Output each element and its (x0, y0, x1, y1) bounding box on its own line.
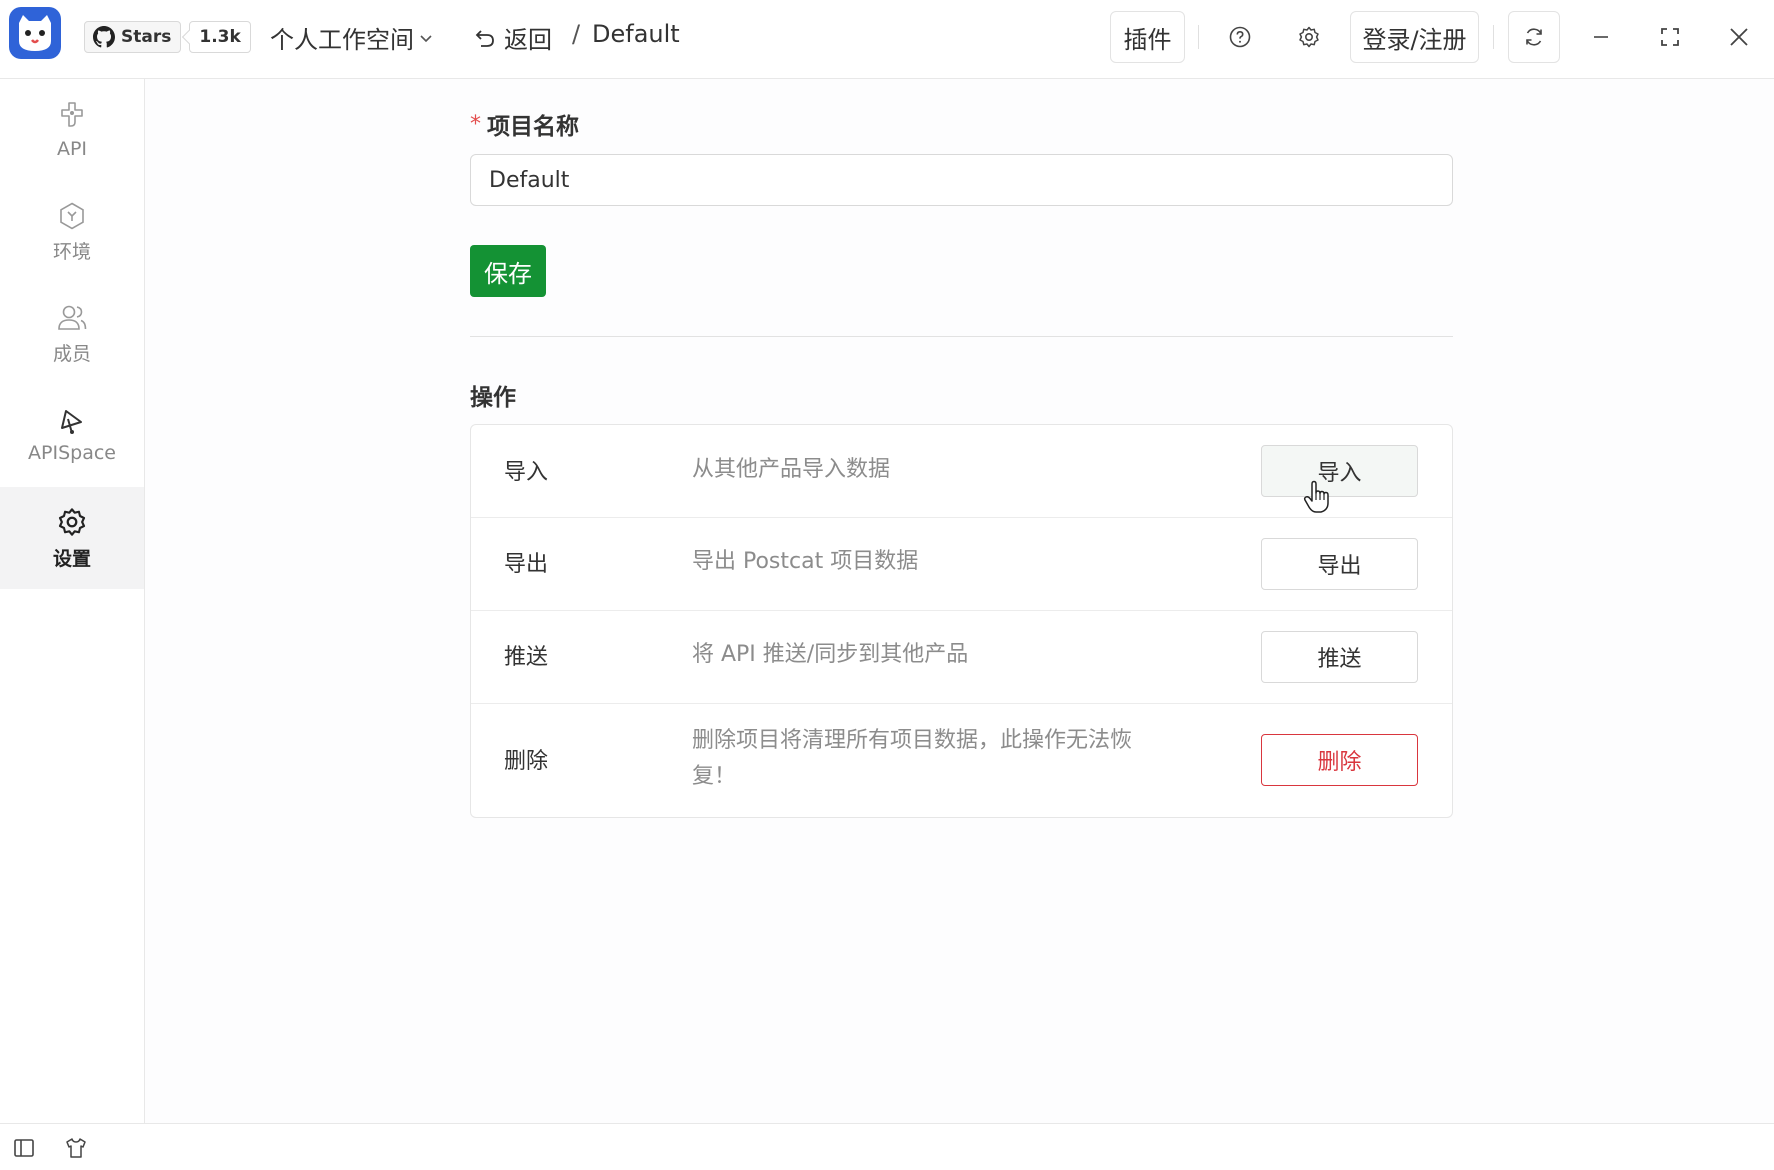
save-button[interactable]: 保存 (470, 245, 546, 297)
api-icon (61, 102, 83, 127)
operation-description: 删除项目将清理所有项目数据，此操作无法恢复！ (692, 728, 1133, 789)
sidebar-item-environment[interactable]: 环境 (0, 181, 144, 283)
apispace-icon (61, 410, 82, 434)
settings-gear-icon[interactable] (1295, 23, 1323, 51)
operation-description: 导出 Postcat 项目数据 (692, 549, 919, 574)
github-stars-button[interactable]: Stars (84, 21, 182, 53)
push-button[interactable]: 推送 (1261, 631, 1418, 683)
bottom-status-bar (0, 1123, 1774, 1170)
import-button[interactable]: 导入 (1261, 445, 1418, 497)
sidebar-item-label: 环境 (52, 240, 91, 263)
sidebar-item-settings[interactable]: 设置 (0, 487, 144, 589)
github-stars-label: Stars (121, 27, 172, 47)
project-name-input[interactable] (470, 154, 1453, 206)
github-icon (93, 26, 115, 48)
operation-name: 推送 (504, 645, 549, 670)
project-name-label-text: 项目名称 (487, 114, 579, 140)
back-link[interactable]: 返回 (474, 20, 552, 55)
sidebar-item-label: API (56, 138, 88, 160)
workspace-selector[interactable]: 个人工作空间 (270, 20, 434, 55)
members-icon (58, 305, 87, 330)
project-name-label: * 项目名称 (470, 107, 579, 141)
sidebar-item-label: 成员 (52, 342, 91, 365)
operation-name: 删除 (504, 749, 549, 774)
minimize-icon[interactable] (1587, 23, 1615, 51)
workspace-label: 个人工作空间 (270, 26, 414, 54)
delete-button[interactable]: 删除 (1261, 734, 1418, 786)
sidebar-item-label: APISpace (28, 442, 116, 464)
close-icon[interactable] (1725, 23, 1753, 51)
section-divider (470, 336, 1453, 337)
header-divider-2 (1493, 25, 1494, 49)
theme-shirt-icon[interactable] (64, 1136, 88, 1160)
plugins-button[interactable]: 插件 (1110, 11, 1185, 63)
postcat-logo[interactable] (9, 7, 61, 59)
github-stars-widget[interactable]: Stars 1.3k (84, 21, 251, 53)
operation-row-push: 推送 将 API 推送/同步到其他产品 推送 (471, 611, 1452, 704)
sidebar-item-members[interactable]: 成员 (0, 283, 144, 385)
hand-cursor-icon (1303, 480, 1329, 513)
refresh-icon (1526, 28, 1542, 46)
export-button[interactable]: 导出 (1261, 538, 1418, 590)
top-header: Stars 1.3k 个人工作空间 返回 / Default 插件 登录/注册 (0, 0, 1774, 79)
header-divider (1198, 25, 1199, 49)
back-label: 返回 (504, 26, 552, 54)
app-window: Stars 1.3k 个人工作空间 返回 / Default 插件 登录/注册 (0, 0, 1774, 1170)
breadcrumb-separator: / (572, 20, 581, 48)
operation-row-delete: 删除 删除项目将清理所有项目数据，此操作无法恢复！ 删除 (471, 704, 1452, 817)
operation-row-export: 导出 导出 Postcat 项目数据 导出 (471, 518, 1452, 611)
operation-description: 将 API 推送/同步到其他产品 (692, 642, 969, 667)
operations-title: 操作 (470, 385, 516, 411)
chevron-down-icon (420, 34, 432, 42)
operation-name: 导出 (504, 552, 549, 577)
github-stars-count[interactable]: 1.3k (189, 21, 251, 53)
undo-icon (475, 29, 494, 47)
operation-description: 从其他产品导入数据 (692, 457, 891, 482)
help-icon[interactable] (1226, 23, 1254, 51)
sidebar-item-apispace[interactable]: APISpace (0, 385, 144, 487)
toggle-sidebar-icon[interactable] (12, 1136, 36, 1160)
login-register-button[interactable]: 登录/注册 (1350, 11, 1479, 63)
maximize-icon[interactable] (1656, 23, 1684, 51)
environment-icon (60, 202, 84, 229)
login-label: 登录/注册 (1362, 25, 1467, 54)
breadcrumb-project-name: Default (592, 20, 680, 48)
left-sidebar: API 环境 成员 APISpace 设置 (0, 79, 145, 1123)
settings-icon (58, 507, 86, 536)
operation-name: 导入 (504, 460, 549, 485)
refresh-button[interactable] (1508, 11, 1560, 63)
plugins-label: 插件 (1123, 25, 1172, 54)
sidebar-item-label: 设置 (52, 547, 91, 570)
sidebar-item-api[interactable]: API (0, 79, 144, 181)
required-mark: * (470, 111, 481, 137)
